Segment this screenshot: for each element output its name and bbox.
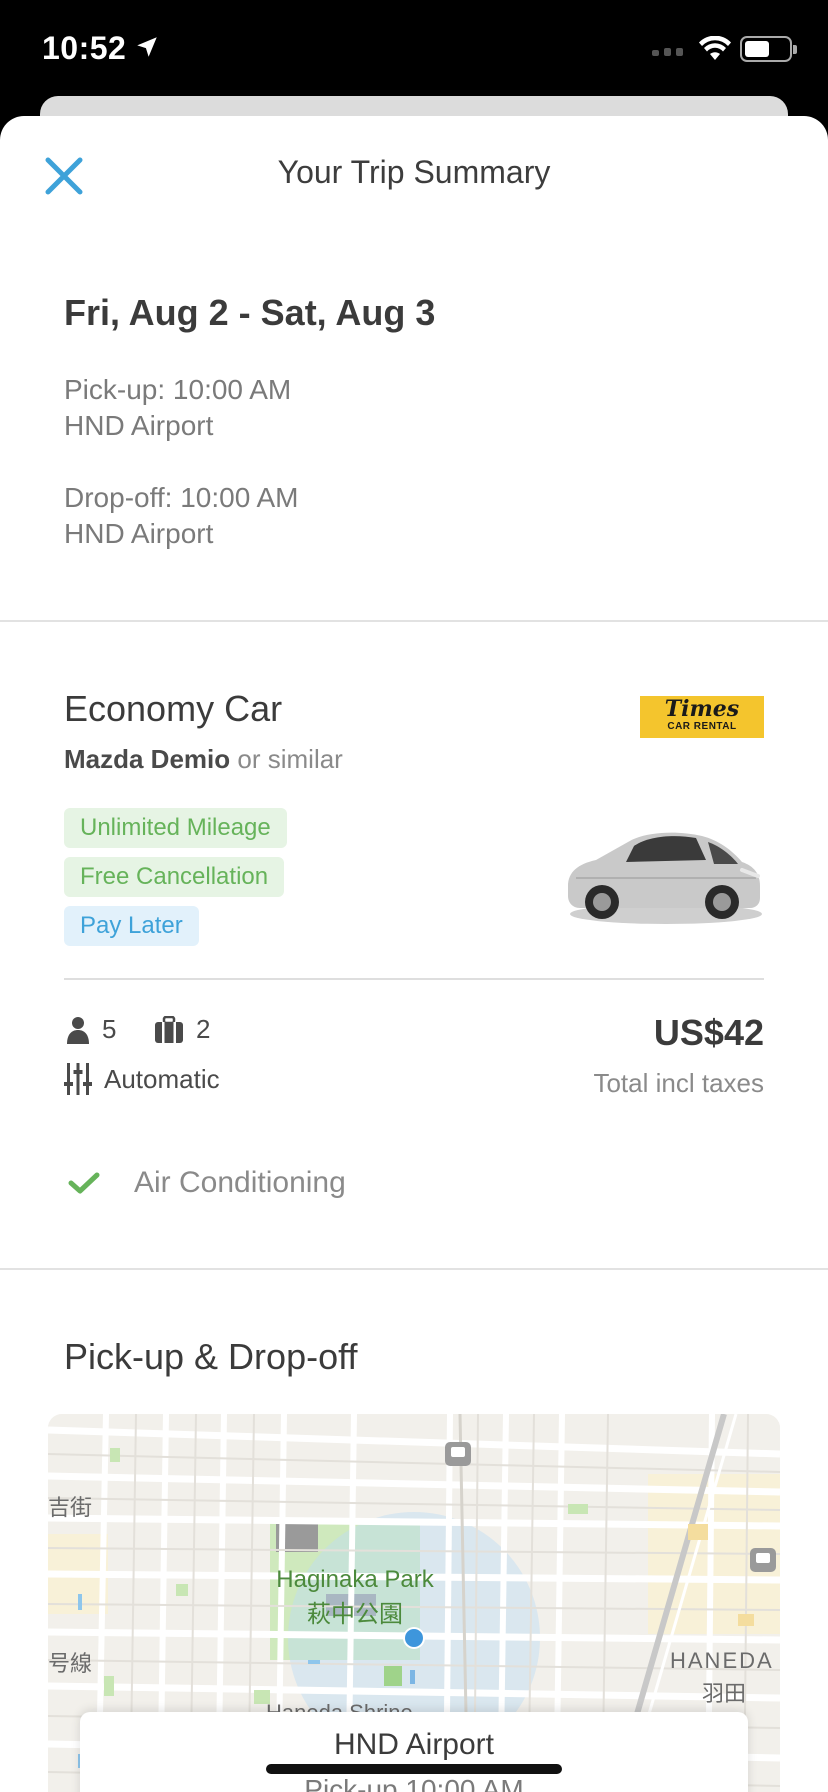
checkmark-icon: [68, 1172, 100, 1194]
car-divider: [64, 978, 764, 980]
transmission-spec: Automatic: [64, 1062, 220, 1096]
pickup-time: Pick-up: 10:00 AM: [64, 374, 292, 405]
suitcase-icon: [155, 1015, 183, 1043]
section-divider: [0, 1268, 828, 1270]
transmission-label: Automatic: [104, 1063, 220, 1094]
location-card-subtitle: Pick-up 10:00 AM: [304, 1774, 524, 1792]
vendor-logo: Times CAR RENTAL: [640, 696, 764, 738]
location-card[interactable]: HND Airport Pick-up 10:00 AM: [80, 1712, 748, 1792]
transmission-icon: [64, 1063, 92, 1095]
location-arrow-icon: [137, 37, 157, 57]
price: US$42: [653, 1012, 764, 1053]
car-model-name: Mazda Demio: [64, 744, 231, 774]
park-name-jp: 萩中公園: [307, 1601, 403, 1628]
trip-dates: Fri, Aug 2 - Sat, Aug 3: [64, 292, 436, 333]
feature-label: Air Conditioning: [134, 1166, 346, 1199]
car-class: Economy Car: [64, 688, 283, 729]
car-image: [568, 832, 762, 924]
vendor-sub: CAR RENTAL: [667, 721, 737, 732]
status-time: 10:52: [42, 30, 127, 66]
feature-air-conditioning: Air Conditioning: [68, 1166, 346, 1200]
page-title: Your Trip Summary: [277, 154, 551, 190]
bags-spec: 2: [154, 1014, 210, 1045]
passenger-count: 5: [102, 1014, 117, 1044]
home-indicator[interactable]: [266, 1764, 562, 1774]
car-model-suffix: or similar: [237, 744, 343, 774]
tag-pay-later: Pay Later: [64, 906, 199, 946]
map-label-line: 号線: [48, 1651, 93, 1676]
vendor-name: Times: [664, 696, 740, 722]
person-icon: [67, 1016, 89, 1044]
section-divider: [0, 620, 828, 622]
section-title-pickup-dropoff: Pick-up & Drop-off: [64, 1336, 358, 1377]
location-card-title: HND Airport: [333, 1728, 495, 1761]
cellular-signal-icon: [652, 48, 683, 56]
map-label-haneda-jp: 羽田: [702, 1681, 747, 1706]
map-label-haneda: HANEDA: [670, 1648, 774, 1673]
tag-free-cancellation: Free Cancellation: [64, 857, 285, 897]
price-note: Total incl taxes: [593, 1068, 764, 1098]
dropoff-time: Drop-off: 10:00 AM: [64, 482, 299, 513]
pickup-location: HND Airport: [64, 410, 214, 441]
status-bar: 10:52: [0, 0, 828, 100]
wifi-icon: [699, 36, 731, 60]
dropoff-location: HND Airport: [64, 518, 214, 549]
trip-summary-sheet: Your Trip Summary Fri, Aug 2 - Sat, Aug …: [0, 116, 828, 1792]
map-label-street: 吉街: [48, 1495, 93, 1520]
map-park-label: Haginaka Park 萩中公園: [260, 1566, 450, 1629]
battery-icon: [740, 36, 797, 62]
tag-unlimited-mileage: Unlimited Mileage: [64, 808, 287, 848]
park-name: Haginaka Park: [276, 1566, 434, 1593]
bag-count: 2: [196, 1014, 211, 1044]
passengers-spec: 5: [66, 1014, 116, 1045]
car-model: Mazda Demio or similar: [64, 744, 343, 775]
